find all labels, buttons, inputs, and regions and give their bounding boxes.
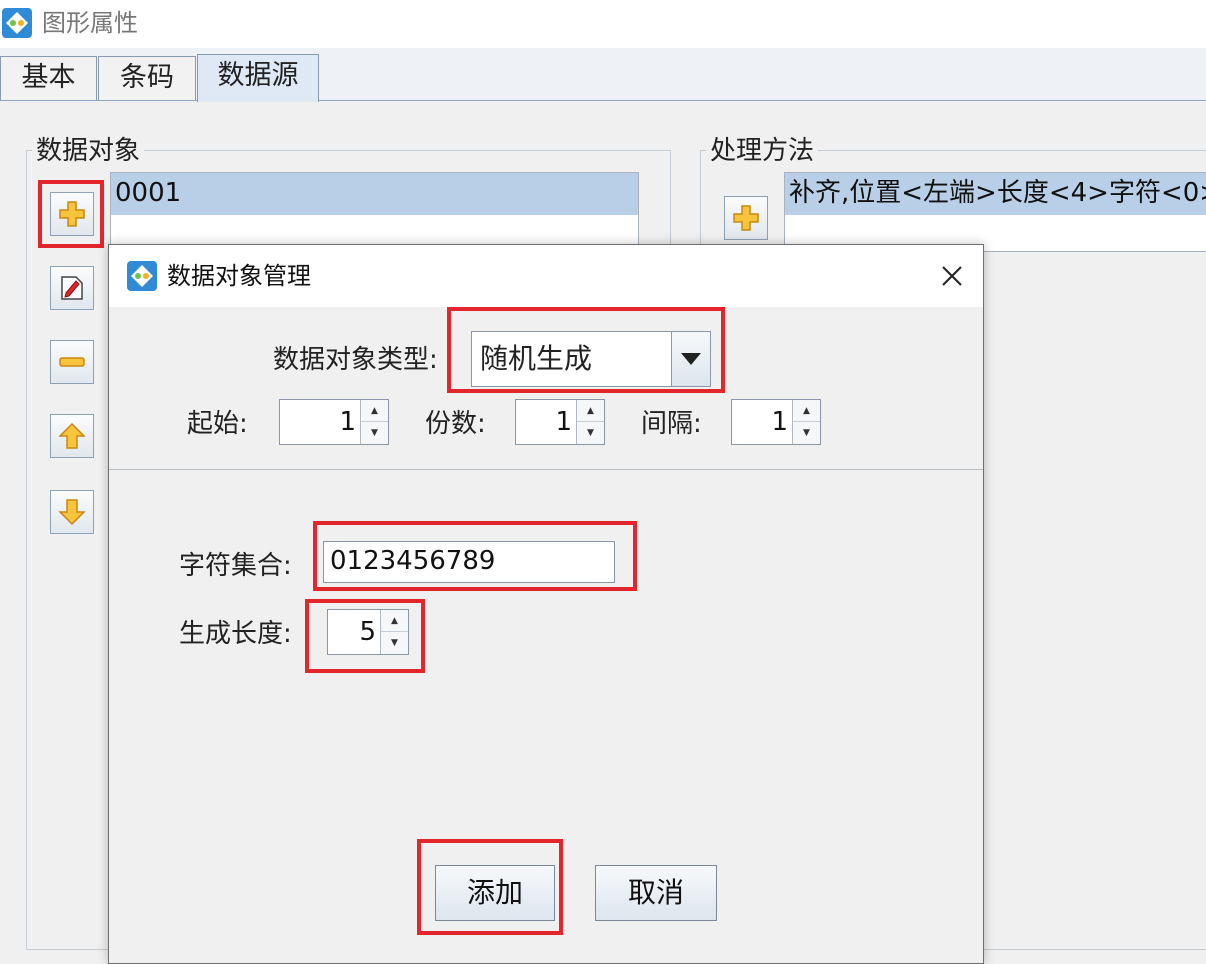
edit-data-object-button[interactable] — [50, 266, 94, 310]
spinner-down-icon[interactable]: ▼ — [577, 422, 604, 444]
minus-icon — [59, 357, 85, 367]
plus-icon — [733, 205, 759, 231]
tab-barcode[interactable]: 条码 — [98, 56, 196, 100]
tab-strip: 基本 条码 数据源 — [0, 48, 1206, 102]
window-titlebar: 图形属性 — [0, 0, 1206, 48]
app-logo-icon — [2, 8, 32, 38]
highlight-add-button — [38, 180, 104, 248]
spinner-buttons: ▲ ▼ — [360, 400, 388, 444]
copies-spinner[interactable]: 1 ▲ ▼ — [515, 399, 605, 445]
dialog-titlebar: 数据对象管理 — [109, 245, 983, 307]
length-label: 生成长度: — [179, 619, 292, 649]
processing-label: 处理方法 — [706, 136, 819, 166]
data-objects-list[interactable]: 0001 — [110, 172, 639, 252]
remove-data-object-button[interactable] — [50, 340, 94, 384]
spinner-up-icon[interactable]: ▲ — [793, 400, 820, 422]
arrow-up-icon — [58, 422, 86, 449]
highlight-type-select — [447, 307, 725, 393]
dialog-title: 数据对象管理 — [167, 262, 311, 290]
spinner-buttons: ▲ ▼ — [576, 400, 604, 444]
arrow-down-icon — [58, 499, 86, 526]
list-item[interactable]: 0001 — [111, 173, 638, 215]
start-spinner[interactable]: 1 ▲ ▼ — [279, 399, 389, 445]
interval-value: 1 — [771, 407, 788, 437]
close-icon[interactable] — [935, 259, 969, 293]
start-value: 1 — [339, 407, 356, 437]
copies-label: 份数: — [425, 409, 486, 439]
cancel-button[interactable]: 取消 — [595, 865, 717, 921]
move-down-button[interactable] — [50, 490, 94, 534]
spinner-down-icon[interactable]: ▼ — [361, 422, 388, 444]
data-object-dialog: 数据对象管理 数据对象类型: 随机生成 起始: 1 ▲ ▼ 份数: 1 ▲ ▼ … — [108, 244, 984, 964]
window-title: 图形属性 — [42, 9, 138, 37]
type-label: 数据对象类型: — [273, 345, 438, 375]
interval-spinner[interactable]: 1 ▲ ▼ — [731, 399, 821, 445]
data-objects-label: 数据对象 — [32, 136, 145, 166]
processing-list[interactable]: 补齐,位置<左端>长度<4>字符<0> — [784, 172, 1206, 252]
spinner-up-icon[interactable]: ▲ — [577, 400, 604, 422]
highlight-charset — [313, 521, 637, 591]
list-item[interactable]: 补齐,位置<左端>长度<4>字符<0> — [785, 173, 1206, 215]
spinner-up-icon[interactable]: ▲ — [361, 400, 388, 422]
charset-label: 字符集合: — [179, 551, 292, 581]
tab-datasource[interactable]: 数据源 — [197, 54, 319, 102]
app-logo-icon — [127, 261, 157, 291]
highlight-length — [305, 599, 425, 673]
add-processing-button[interactable] — [724, 196, 768, 240]
start-label: 起始: — [187, 409, 248, 439]
highlight-add-confirm — [417, 839, 563, 935]
spinner-buttons: ▲ ▼ — [792, 400, 820, 444]
spinner-down-icon[interactable]: ▼ — [793, 422, 820, 444]
interval-label: 间隔: — [641, 409, 702, 439]
copies-value: 1 — [555, 407, 572, 437]
divider — [109, 469, 983, 470]
tab-basic[interactable]: 基本 — [0, 56, 97, 100]
move-up-button[interactable] — [50, 414, 94, 458]
edit-icon — [61, 276, 83, 300]
